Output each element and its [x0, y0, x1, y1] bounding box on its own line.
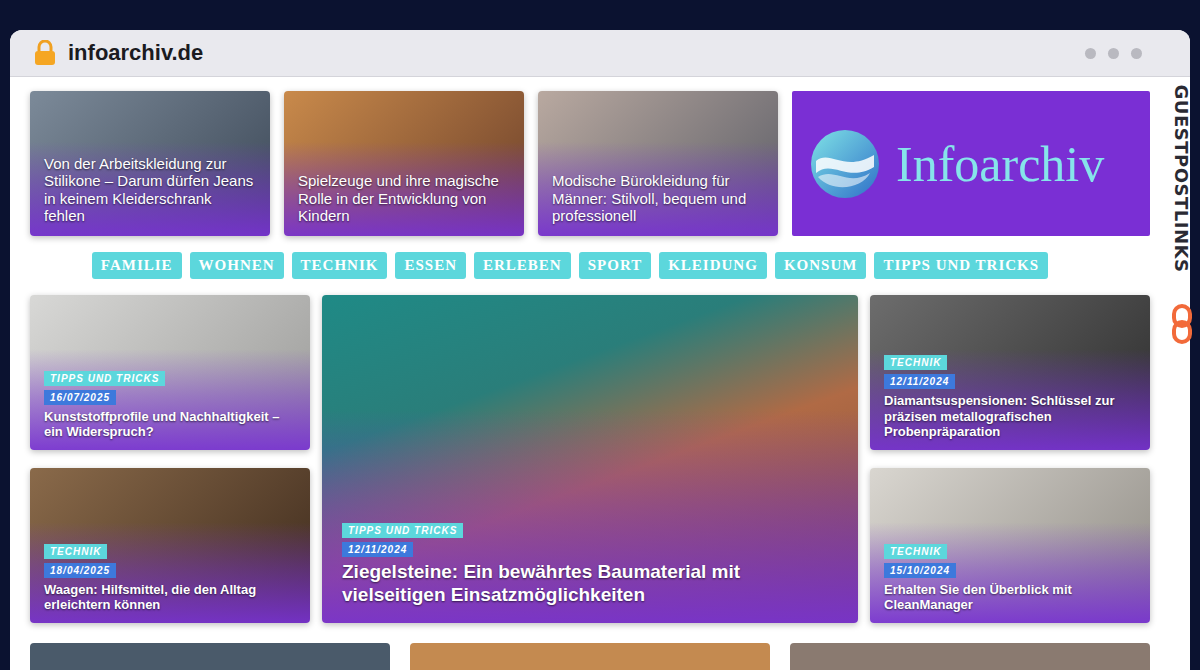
logo-icon	[808, 127, 882, 201]
window-dot[interactable]	[1131, 48, 1142, 59]
article-grid: TIPPS UND TRICKS 16/07/2025 Kunststoffprof…	[30, 295, 1150, 623]
site-logo[interactable]: Infoarchiv	[792, 91, 1150, 236]
watermark-text: GUESTPOSTLINKS	[1172, 84, 1193, 272]
nav-button[interactable]: FAMILIE	[92, 252, 182, 279]
article-card[interactable]	[410, 643, 770, 670]
nav-button[interactable]: WOHNEN	[190, 252, 284, 279]
article-card[interactable]: TECHNIK 12/11/2024 Diamantsuspensionen: Sc…	[870, 295, 1150, 450]
top-card[interactable]: Spielzeuge und ihre magische Rolle in de…	[284, 91, 524, 236]
watermark: GUESTPOSTLINKS	[1168, 58, 1196, 344]
top-card-title[interactable]: Spielzeuge und ihre magische Rolle in de…	[298, 172, 510, 224]
page: infoarchiv.de Von der Arbeitskleidung zur…	[0, 0, 1200, 670]
browser-window: infoarchiv.de Von der Arbeitskleidung zur…	[10, 30, 1190, 670]
category-badge[interactable]: TECHNIK	[44, 544, 107, 559]
nav-button[interactable]: TECHNIK	[292, 252, 388, 279]
top-row: Von der Arbeitskleidung zur Stilikone – …	[30, 91, 1150, 236]
logo-text: Infoarchiv	[896, 135, 1104, 193]
window-dot[interactable]	[1085, 48, 1096, 59]
address[interactable]: infoarchiv.de	[68, 40, 203, 66]
article-card[interactable]: TECHNIK 15/10/2024 Erhalten Sie den Überbl…	[870, 468, 1150, 623]
article-card[interactable]	[30, 643, 390, 670]
category-badge[interactable]: TECHNIK	[884, 355, 947, 370]
date-badge: 18/04/2025	[44, 563, 116, 578]
site-content: Von der Arbeitskleidung zur Stilikone – …	[10, 77, 1190, 670]
article-title[interactable]: Erhalten Sie den Überblick mit CleanMana…	[884, 582, 1136, 613]
right-column: TECHNIK 12/11/2024 Diamantsuspensionen: Sc…	[870, 295, 1150, 623]
nav-button[interactable]: SPORT	[579, 252, 651, 279]
nav-button[interactable]: KONSUM	[775, 252, 867, 279]
category-nav: FAMILIE WOHNEN TECHNIK ESSEN ERLEBEN SPORT KLE…	[30, 252, 1150, 279]
category-badge[interactable]: TECHNIK	[884, 544, 947, 559]
left-column: TIPPS UND TRICKS 16/07/2025 Kunststoffprof…	[30, 295, 310, 623]
date-badge: 16/07/2025	[44, 390, 116, 405]
category-badge[interactable]: TIPPS UND TRICKS	[44, 371, 165, 386]
category-badge[interactable]: TIPPS UND TRICKS	[342, 523, 463, 538]
top-card-title[interactable]: Modische Bürokleidung für Männer: Stilvo…	[552, 172, 764, 224]
top-card-title[interactable]: Von der Arbeitskleidung zur Stilikone – …	[44, 155, 256, 224]
date-badge: 12/11/2024	[342, 542, 413, 557]
top-card[interactable]: Modische Bürokleidung für Männer: Stilvo…	[538, 91, 778, 236]
nav-button[interactable]: ERLEBEN	[474, 252, 571, 279]
title-bar: infoarchiv.de	[10, 30, 1190, 77]
article-card[interactable]: TECHNIK 18/04/2025 Waagen: Hilfsmittel, di…	[30, 468, 310, 623]
date-badge: 12/11/2024	[884, 374, 955, 389]
article-card[interactable]	[790, 643, 1150, 670]
nav-button[interactable]: KLEIDUNG	[659, 252, 767, 279]
window-dot[interactable]	[1108, 48, 1119, 59]
article-card[interactable]: TIPPS UND TRICKS 16/07/2025 Kunststoffprof…	[30, 295, 310, 450]
bottom-row	[30, 643, 1150, 670]
article-title[interactable]: Waagen: Hilfsmittel, die den Alltag erle…	[44, 582, 296, 613]
nav-button[interactable]: ESSEN	[395, 252, 466, 279]
nav-button[interactable]: TIPPS UND TRICKS	[874, 252, 1048, 279]
article-title[interactable]: Diamantsuspensionen: Schlüssel zur präzi…	[884, 393, 1136, 440]
article-title[interactable]: Ziegelsteine: Ein bewährtes Baumaterial …	[342, 561, 838, 607]
chain-link-icon	[1171, 304, 1193, 344]
top-card[interactable]: Von der Arbeitskleidung zur Stilikone – …	[30, 91, 270, 236]
date-badge: 15/10/2024	[884, 563, 956, 578]
watermark-text-box: GUESTPOSTLINKS	[1168, 58, 1196, 298]
window-controls	[1085, 48, 1142, 59]
lock-icon	[34, 40, 56, 66]
article-title[interactable]: Kunststoffprofile und Nachhaltigkeit – e…	[44, 409, 296, 440]
featured-article-card[interactable]: TIPPS UND TRICKS 12/11/2024 Ziegelsteine: …	[322, 295, 858, 623]
